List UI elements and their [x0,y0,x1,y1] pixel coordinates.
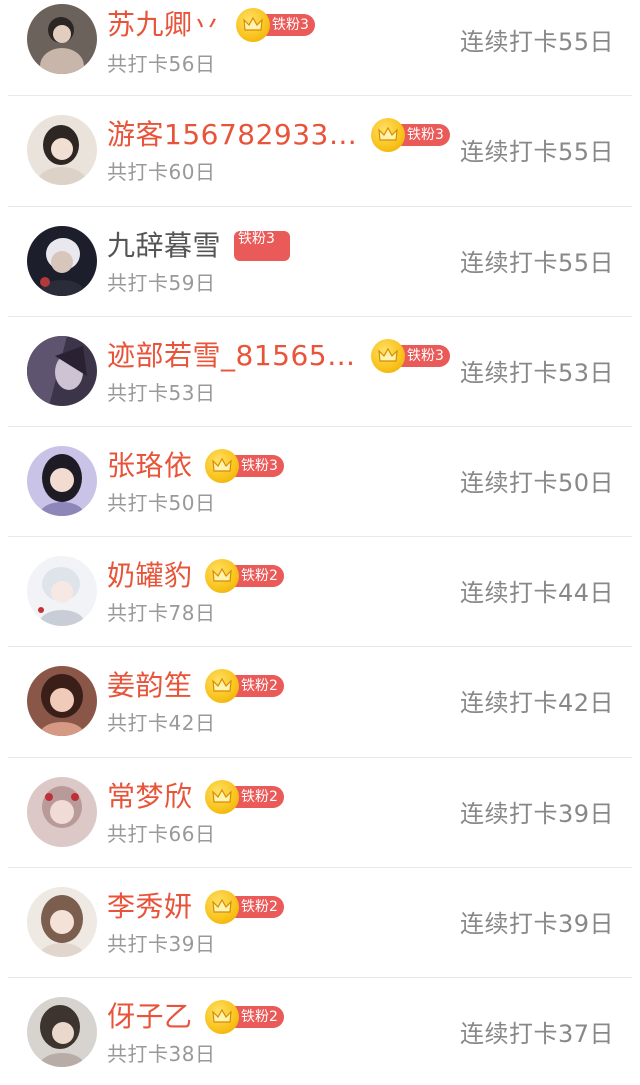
username[interactable]: 奶罐豹 [107,559,193,593]
streak-checkin: 连续打卡39日 [459,910,614,938]
avatar-image [27,777,97,847]
streak-checkin: 连续打卡39日 [459,800,614,828]
crown-icon [205,559,239,593]
total-checkin: 共打卡38日 [107,1042,216,1066]
streak-checkin: 连续打卡55日 [459,249,614,277]
streak-checkin: 连续打卡42日 [459,689,614,717]
list-item[interactable]: 迹部若雪_81565… 铁粉3 共打卡53日 连续打卡53日 [0,317,640,427]
username[interactable]: 张珞依 [107,449,193,483]
streak-checkin: 连续打卡53日 [459,359,614,387]
total-checkin: 共打卡39日 [107,932,216,956]
username[interactable]: 苏九卿丷 [107,8,221,42]
avatar[interactable] [27,556,97,626]
fan-checkin-list: 苏九卿丷 铁粉3 共打卡56日 连续打卡55日 游客156782933… 铁粉3… [0,0,640,1085]
avatar[interactable] [27,887,97,957]
total-checkin: 共打卡60日 [107,160,216,184]
list-item[interactable]: 奶罐豹 铁粉2 共打卡78日 连续打卡44日 [0,537,640,647]
avatar[interactable] [27,226,97,296]
list-item[interactable]: 李秀妍 铁粉2 共打卡39日 连续打卡39日 [0,868,640,978]
streak-checkin: 连续打卡44日 [459,579,614,607]
avatar[interactable] [27,115,97,185]
username[interactable]: 游客156782933… [107,118,357,152]
total-checkin: 共打卡42日 [107,711,216,735]
avatar-image [27,4,97,74]
streak-checkin: 连续打卡50日 [459,469,614,497]
username[interactable]: 迹部若雪_81565… [107,339,356,373]
username[interactable]: 常梦欣 [107,780,193,814]
total-checkin: 共打卡50日 [107,491,216,515]
avatar-image [27,115,97,185]
list-item[interactable]: 伢子乙 铁粉2 共打卡38日 连续打卡37日 [0,978,640,1085]
avatar[interactable] [27,336,97,406]
crown-icon [205,890,239,924]
list-item[interactable]: 游客156782933… 铁粉3 共打卡60日 连续打卡55日 [0,96,640,206]
list-item[interactable]: 张珞依 铁粉3 共打卡50日 连续打卡50日 [0,427,640,537]
list-item[interactable]: 九辞暮雪 铁粉3 共打卡59日 连续打卡55日 [0,207,640,317]
avatar[interactable] [27,4,97,74]
total-checkin: 共打卡78日 [107,601,216,625]
total-checkin: 共打卡66日 [107,822,216,846]
avatar[interactable] [27,997,97,1067]
avatar-image [27,336,97,406]
list-item[interactable]: 常梦欣 铁粉2 共打卡66日 连续打卡39日 [0,758,640,868]
streak-checkin: 连续打卡55日 [459,138,614,166]
username[interactable]: 九辞暮雪 [107,229,221,263]
crown-icon [205,1000,239,1034]
streak-checkin: 连续打卡37日 [459,1020,614,1048]
crown-icon [205,449,239,483]
crown-icon [371,118,405,152]
crown-icon [205,669,239,703]
list-item[interactable]: 苏九卿丷 铁粉3 共打卡56日 连续打卡55日 [0,0,640,88]
avatar[interactable] [27,446,97,516]
avatar[interactable] [27,666,97,736]
username[interactable]: 姜韵笙 [107,669,193,703]
avatar-image [27,226,97,296]
avatar-image [27,997,97,1067]
avatar-image [27,556,97,626]
crown-icon [371,339,405,373]
avatar-image [27,446,97,516]
avatar[interactable] [27,777,97,847]
total-checkin: 共打卡56日 [107,52,216,76]
crown-icon [205,780,239,814]
total-checkin: 共打卡59日 [107,271,216,295]
username[interactable]: 伢子乙 [107,1000,193,1034]
total-checkin: 共打卡53日 [107,381,216,405]
username[interactable]: 李秀妍 [107,890,193,924]
fan-badge: 铁粉3 [234,231,290,261]
avatar-image [27,666,97,736]
avatar-image [27,887,97,957]
streak-checkin: 连续打卡55日 [459,28,614,56]
list-item[interactable]: 姜韵笙 铁粉2 共打卡42日 连续打卡42日 [0,647,640,757]
crown-icon [236,8,270,42]
